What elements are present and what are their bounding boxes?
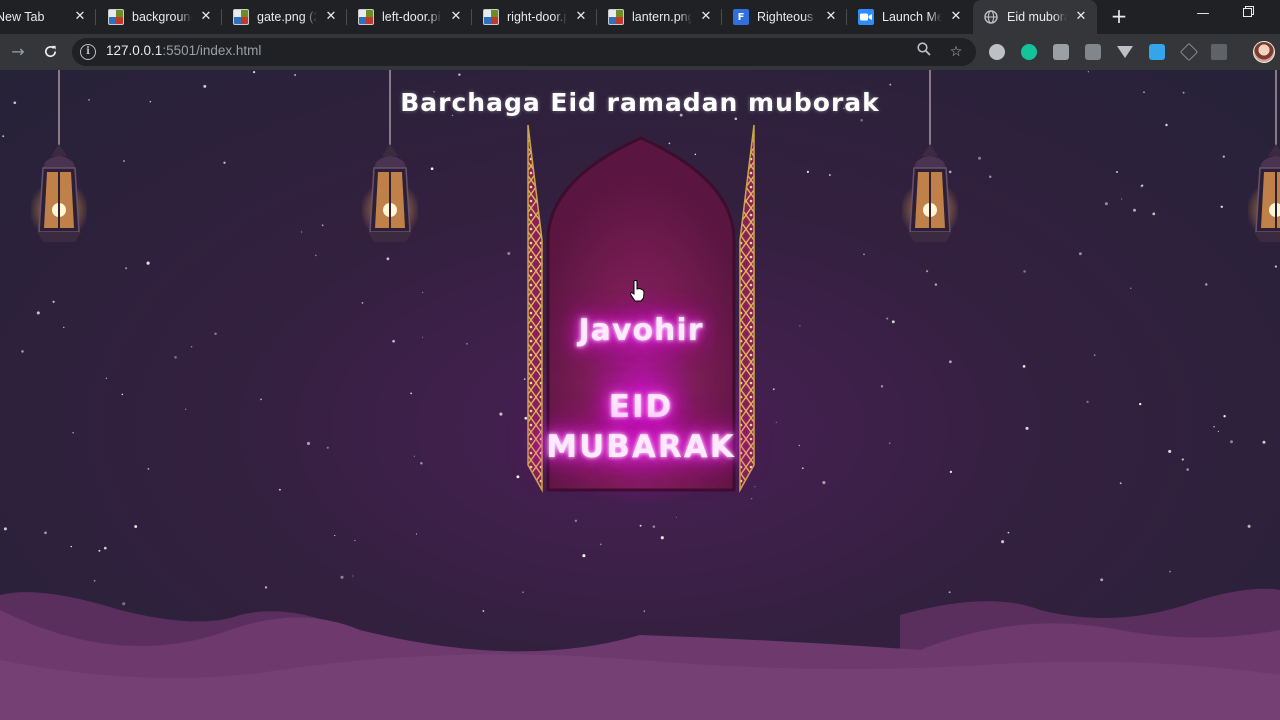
tab-separator <box>346 9 347 25</box>
close-icon[interactable]: ✕ <box>573 9 589 25</box>
extension-icon[interactable] <box>989 44 1005 60</box>
image-file-icon <box>358 9 374 25</box>
tab-righteous-font[interactable]: F Righteous - ✕ <box>723 0 847 34</box>
vue-devtools-icon[interactable] <box>1117 46 1133 58</box>
forward-arrow-icon[interactable]: → <box>6 40 30 64</box>
image-file-icon <box>108 9 124 25</box>
close-icon[interactable]: ✕ <box>1073 9 1089 25</box>
bookmark-star-icon[interactable]: ☆ <box>946 42 966 62</box>
tab-title: left-door.pi <box>382 10 441 24</box>
tab-separator <box>721 9 722 25</box>
box-icon[interactable] <box>1211 44 1227 60</box>
image-file-icon <box>483 9 499 25</box>
profile-avatar[interactable] <box>1253 41 1275 63</box>
tab-lantern[interactable]: lantern.png ✕ <box>598 0 722 34</box>
tab-title: lantern.png <box>632 10 692 24</box>
image-file-icon <box>233 9 249 25</box>
tab-launch-meeting[interactable]: Launch Me ✕ <box>848 0 972 34</box>
tab-strip: New Tab ✕ background ✕ gate.png (2 ✕ lef… <box>0 0 1280 34</box>
tab-title: right-door.p <box>507 10 567 24</box>
new-tab-button[interactable]: + <box>1108 5 1130 27</box>
tab-separator <box>846 9 847 25</box>
tab-left-door[interactable]: left-door.pi ✕ <box>348 0 472 34</box>
site-info-icon[interactable]: i <box>80 44 96 60</box>
tab-title: gate.png (2 <box>257 10 317 24</box>
grammarly-icon[interactable] <box>1021 44 1037 60</box>
close-icon[interactable]: ✕ <box>823 9 839 25</box>
zoom-magnifier-icon[interactable] <box>914 42 934 62</box>
reload-icon[interactable] <box>38 40 62 64</box>
greeting-line: EID <box>608 389 674 425</box>
zoom-camera-icon <box>858 9 874 25</box>
tab-title: New Tab <box>0 10 45 24</box>
hand-cursor-icon <box>630 280 645 302</box>
address-bar[interactable]: i 127.0.0.1:5501/index.html ☆ <box>72 38 976 66</box>
close-icon[interactable]: ✕ <box>448 9 464 25</box>
image-file-icon <box>608 9 624 25</box>
eid-mubarak-neon-text: EID MUBARAK <box>526 387 756 467</box>
page-title: Barchaga Eid ramadan muborak <box>400 88 880 117</box>
tab-eid-muborak[interactable]: Eid muborak ✕ <box>973 0 1097 34</box>
tab-separator <box>596 9 597 25</box>
tab-title: Eid muborak <box>1007 10 1067 24</box>
restore-icon[interactable] <box>1238 6 1258 21</box>
tab-new-tab[interactable]: New Tab ✕ <box>0 0 96 34</box>
close-icon[interactable]: ✕ <box>698 9 714 25</box>
globe-icon <box>983 9 999 25</box>
eid-greeting-page: Javohir EID MUBARAK Barchaga Eid ramadan… <box>0 70 1280 720</box>
tab-separator <box>95 9 96 25</box>
tab-separator <box>471 9 472 25</box>
tab-title: background <box>132 10 192 24</box>
tab-title: Launch Me <box>882 10 942 24</box>
close-icon[interactable]: ✕ <box>72 9 88 25</box>
url-text: 127.0.0.1:5501/index.html <box>106 43 261 58</box>
close-icon[interactable]: ✕ <box>323 9 339 25</box>
close-icon[interactable]: ✕ <box>198 9 214 25</box>
extension-icon[interactable] <box>1149 44 1165 60</box>
tab-title: Righteous - <box>757 10 817 24</box>
tab-background[interactable]: background ✕ <box>98 0 222 34</box>
cube-icon[interactable] <box>1179 42 1199 62</box>
mosque-gate[interactable]: Javohir EID MUBARAK <box>526 110 756 530</box>
extension-icon[interactable] <box>1085 44 1101 60</box>
tab-separator <box>221 9 222 25</box>
tab-right-door[interactable]: right-door.p ✕ <box>473 0 597 34</box>
font-f-icon: F <box>733 9 749 25</box>
camera-icon[interactable] <box>1053 44 1069 60</box>
url-path: :5501/index.html <box>162 43 262 58</box>
recipient-name: Javohir <box>578 313 704 348</box>
tab-gate[interactable]: gate.png (2 ✕ <box>223 0 347 34</box>
greeting-line: MUBARAK <box>546 429 736 465</box>
browser-toolbar: → i 127.0.0.1:5501/index.html ☆ <box>0 34 1280 70</box>
url-host: 127.0.0.1 <box>106 43 163 58</box>
close-icon[interactable]: ✕ <box>948 9 964 25</box>
minimize-icon[interactable]: — <box>1193 6 1213 21</box>
